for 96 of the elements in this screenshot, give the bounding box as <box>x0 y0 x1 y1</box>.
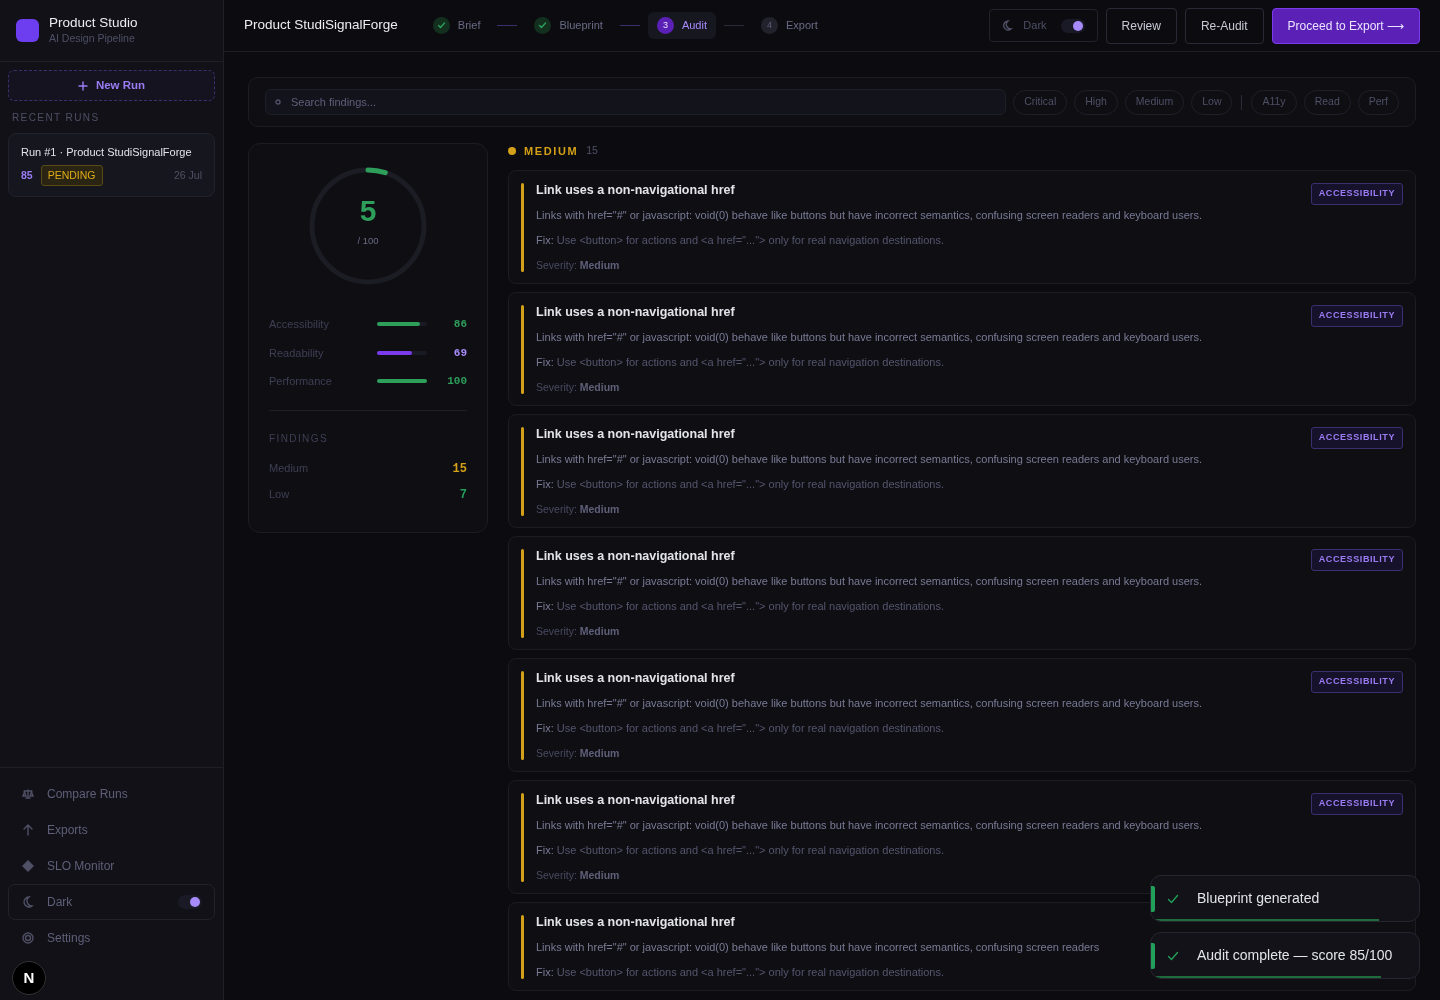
nav-item[interactable]: Exports <box>8 812 215 848</box>
severity-text: Severity: Medium <box>536 624 620 638</box>
section-label: RECENT RUNS <box>11 111 101 125</box>
step-number: 4 <box>760 17 778 34</box>
toggle-switch[interactable] <box>178 895 202 909</box>
category-tag: ACCESSIBILITY <box>1310 671 1403 693</box>
severity-text: Severity: Medium <box>536 868 620 882</box>
category-tag: ACCESSIBILITY <box>1310 793 1403 815</box>
metric-score: 86 <box>453 317 467 332</box>
fix-text: Fix: Use <button> for actions and <a href="..."> only for real navigation destinations. <box>536 355 945 369</box>
app-logo <box>16 19 39 42</box>
scales-icon <box>21 787 35 801</box>
fix-text: Fix: Use <button> for actions and <a href="..."> only for real navigation destinations. <box>536 599 945 613</box>
run-card[interactable]: Run #1 · Product StudiSignalForge 85 PENDING 26 Jul <box>8 133 215 198</box>
fix-text: Fix: Use <button> for actions and <a href="..."> only for real navigation destinations. <box>536 843 945 857</box>
header-button[interactable]: Re-Audit <box>1184 7 1264 44</box>
toast-message: Blueprint generated <box>1197 889 1320 908</box>
metric-score: 69 <box>453 345 467 361</box>
header-button[interactable]: Review <box>1105 7 1177 44</box>
finding-description: Links with href="#" or javascript: void(0) behave like buttons but have incorrect semantics, confusing screen readers <box>536 940 1100 954</box>
metric-bar <box>377 322 427 327</box>
metric-score: 100 <box>447 374 467 389</box>
severity-text: Severity: Medium <box>536 746 620 760</box>
finding-description: Links with href="#" or javascript: void(0) behave like buttons but have incorrect semantics, confusing screen readers and keyboard users. <box>536 208 1202 222</box>
run-score: 85 <box>21 167 33 183</box>
stepper-step[interactable]: Blueprint <box>525 12 612 39</box>
finding-title: Link uses a non-navigational href <box>536 427 735 442</box>
category-tag: ACCESSIBILITY <box>1310 183 1403 205</box>
score-total: / 100 <box>356 234 380 248</box>
project-title: Product StudiSignalForge <box>244 16 398 35</box>
metric-label: Performance <box>269 374 333 389</box>
finding-title: Link uses a non-navigational href <box>536 915 735 930</box>
stepper-step[interactable]: Brief <box>423 12 490 39</box>
toggle-switch[interactable] <box>1060 18 1085 33</box>
nav-item[interactable]: Settings <box>8 920 215 956</box>
stepper-step[interactable]: 3 Audit <box>647 12 716 39</box>
dev-tools-badge[interactable]: N <box>12 961 46 995</box>
category-tag: ACCESSIBILITY <box>1310 305 1403 327</box>
fix-text: Fix: Use <button> for actions and <a href="..."> only for real navigation destinations. <box>536 965 945 979</box>
fix-text: Fix: Use <button> for actions and <a href="..."> only for real navigation destinations. <box>536 721 945 735</box>
metric-bar <box>377 350 427 355</box>
search-field[interactable]: Search findings... <box>265 89 1007 115</box>
severity-label: Low <box>269 487 290 503</box>
moon-icon <box>21 895 35 909</box>
new-run-button[interactable]: New Run <box>8 70 215 101</box>
severity-count: 7 <box>459 486 467 504</box>
plus-icon <box>77 80 88 91</box>
nav-item[interactable]: Compare Runs <box>8 776 215 812</box>
nav-item[interactable]: SLO Monitor <box>8 848 215 884</box>
finding-title: Link uses a non-navigational href <box>536 549 735 564</box>
theme-toggle[interactable]: Dark <box>989 9 1098 42</box>
fix-text: Fix: Use <button> for actions and <a href="..."> only for real navigation destinations. <box>536 477 945 491</box>
status-badge: PENDING <box>40 164 103 187</box>
check-icon <box>1167 892 1179 905</box>
finding-description: Links with href="#" or javascript: void(0) behave like buttons but have incorrect semantics, confusing screen readers and keyboard users. <box>536 574 1202 588</box>
run-date: 26 Jul <box>173 167 202 183</box>
finding-title: Link uses a non-navigational href <box>536 793 735 808</box>
category-tag: ACCESSIBILITY <box>1310 427 1403 449</box>
severity-label: Medium <box>269 461 309 477</box>
search-icon <box>275 99 282 106</box>
severity-text: Severity: Medium <box>536 380 620 394</box>
app-subtitle: AI Design Pipeline <box>49 30 136 46</box>
finding-title: Link uses a non-navigational href <box>536 671 735 686</box>
metric-label: Readability <box>269 345 325 361</box>
finding-title: Link uses a non-navigational href <box>536 305 735 320</box>
section-label: FINDINGS <box>269 431 329 446</box>
up-arrow-icon <box>21 823 35 837</box>
finding-description: Links with href="#" or javascript: void(0) behave like buttons but have incorrect semantics, confusing screen readers and keyboard users. <box>536 330 1202 344</box>
stepper-step[interactable]: 4 Export <box>751 12 827 39</box>
finding-description: Links with href="#" or javascript: void(0) behave like buttons but have incorrect semantics, confusing screen readers and keyboard users. <box>536 452 1202 466</box>
severity-bar <box>521 915 524 979</box>
app-title: Product Studio <box>49 14 138 31</box>
check-icon <box>436 21 446 30</box>
finding-description: Links with href="#" or javascript: void(0) behave like buttons but have incorrect semantics, confusing screen readers and keyboard users. <box>536 696 1202 710</box>
finding-description: Links with href="#" or javascript: void(0) behave like buttons but have incorrect semantics, confusing screen readers and keyboard users. <box>536 818 1202 832</box>
moon-icon <box>1002 20 1014 31</box>
group-count: 15 <box>586 143 598 159</box>
severity-text: Severity: Medium <box>536 502 620 516</box>
toast-message: Audit complete — score 85/100 <box>1197 946 1393 965</box>
proceed-button[interactable]: Proceed to Export ⟶ <box>1271 7 1420 44</box>
diamond-icon <box>21 859 35 873</box>
run-title: Run #1 · Product StudiSignalForge <box>21 145 193 160</box>
settings-icon <box>21 931 35 945</box>
metric-bar <box>377 379 427 384</box>
theme-toggle[interactable]: Dark <box>8 884 215 920</box>
score-value: 5 <box>358 196 378 226</box>
finding-title: Link uses a non-navigational href <box>536 183 735 198</box>
category-tag: ACCESSIBILITY <box>1310 549 1403 571</box>
metric-label: Accessibility <box>269 317 330 332</box>
group-label: MEDIUM <box>524 143 579 159</box>
check-icon <box>1167 949 1179 962</box>
check-icon <box>538 21 548 30</box>
step-number: 3 <box>656 17 674 34</box>
severity-count: 15 <box>452 460 467 478</box>
severity-text: Severity: Medium <box>536 258 620 272</box>
fix-text: Fix: Use <button> for actions and <a href="..."> only for real navigation destinations. <box>536 233 945 247</box>
